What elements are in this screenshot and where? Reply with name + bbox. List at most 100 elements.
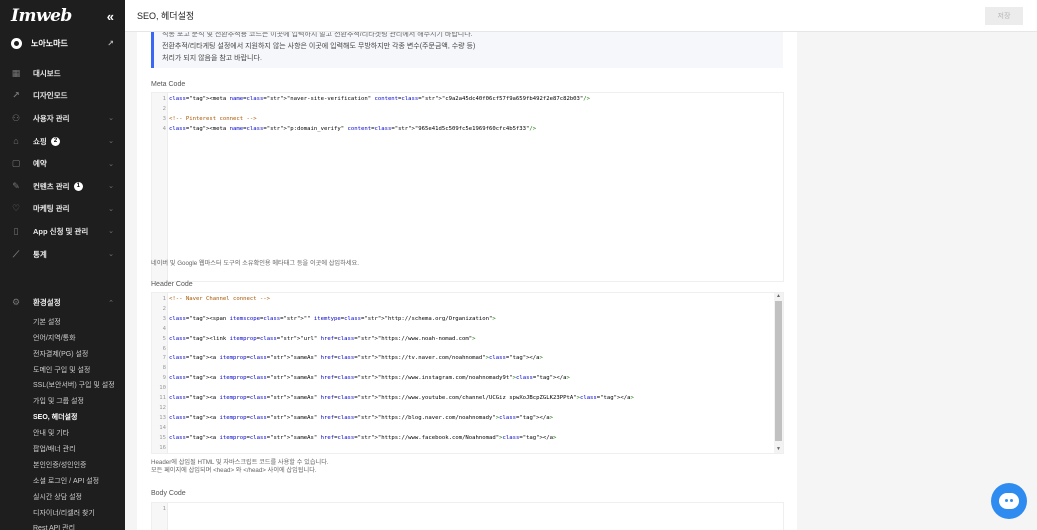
sidebar-item-2[interactable]: ⚇ 사용자 관리 ⌄ [0, 107, 125, 130]
code-line[interactable]: 14 [152, 425, 169, 435]
chat-button[interactable] [991, 483, 1027, 519]
settings-sub-item[interactable]: 전자결제(PG) 설정 [0, 346, 125, 362]
line-number: 11 [159, 395, 166, 401]
scroll-down-icon[interactable]: ▼ [776, 446, 781, 452]
code-line[interactable]: 12 [152, 405, 169, 415]
settings-sub-item[interactable]: 팝업/배너 관리 [0, 441, 125, 457]
count-badge: 2 [50, 136, 61, 146]
body-code-editor[interactable]: 1 [151, 502, 784, 530]
logo-row: Imweb « [0, 0, 125, 32]
sidebar-item-label: 환경설정 [33, 298, 61, 308]
code-text: class="tag"><meta name=class="str">"p:do… [169, 126, 537, 132]
line-number: 2 [162, 106, 166, 112]
sidebar-item-label: 쇼핑 [33, 136, 47, 146]
sidebar-nav: ▦ 대시보드 ↗ 디자인모드 ⚇ 사용자 관리 ⌄ ⌂ 쇼핑 2 ⌄ ▢ 예약 ⌄ ✎ 컨텐츠 관리 1 ⌄ ♡ 마케… [0, 62, 125, 265]
settings-sub-item[interactable]: 실시간 상담 설정 [0, 489, 125, 505]
code-line[interactable]: 1 <!-- Naver Channel connect --> [152, 296, 270, 306]
code-line[interactable]: 13 class="tag"><a itemprop=class="str">"s… [152, 415, 553, 425]
site-selector[interactable]: 노아노마드 ↗ [0, 32, 125, 54]
settings-sub-item[interactable]: SSL(보안서버) 구입 및 설정 [0, 378, 125, 394]
settings-sub-item[interactable]: 언어/지역/통화 [0, 330, 125, 346]
external-link-icon[interactable]: ↗ [107, 39, 114, 48]
collapse-sidebar-icon[interactable]: « [107, 9, 114, 24]
line-number: 5 [162, 335, 166, 342]
line-number: 14 [159, 424, 166, 431]
header-code-label: Header Code [151, 281, 193, 288]
settings-sub-item[interactable]: 소셜 로그인 / API 설정 [0, 473, 125, 489]
nav-icon: ↗ [12, 90, 20, 101]
imweb-logo[interactable]: Imweb [11, 6, 72, 26]
settings-sub-item[interactable]: 안내 및 기타 [0, 425, 125, 441]
settings-sub-item[interactable]: 도메인 구입 및 설정 [0, 362, 125, 378]
settings-sub-item[interactable]: 본인인증/성인인증 [0, 457, 125, 473]
header-hint-2: 모든 페이지에 삽입되며 <head> 와 </head> 사이에 삽입됩니다. [151, 467, 317, 474]
line-number: 16 [159, 444, 166, 451]
sidebar-item-8[interactable]: ⟋ 통계 ⌄ [0, 243, 125, 266]
sidebar-item-label: 디자인모드 [33, 91, 68, 101]
code-line[interactable]: 5 class="tag"><link itemprop=class="str">… [152, 336, 476, 346]
settings-sub-item[interactable]: 가입 및 그룹 설정 [0, 393, 125, 409]
code-line[interactable]: 6 [152, 346, 169, 356]
line-number: 1 [162, 96, 166, 102]
editor-scrollbar[interactable]: ▲ ▼ [774, 293, 783, 453]
topbar: SEO, 헤더설정 저장 [125, 0, 1037, 32]
settings-sub-item[interactable]: 기본 설정 [0, 314, 125, 330]
code-text: <!-- Pinterest connect --> [169, 116, 257, 122]
sidebar-item-4[interactable]: ▢ 예약 ⌄ [0, 152, 125, 175]
nav-icon: ▦ [11, 67, 21, 78]
sidebar-item-0[interactable]: ▦ 대시보드 [0, 62, 125, 85]
line-number: 12 [159, 404, 166, 411]
code-line[interactable]: 7 class="tag"><a itemprop=class="str">"sa… [152, 355, 543, 365]
settings-sub-item[interactable]: SEO, 헤더설정 [0, 409, 125, 425]
line-number: 1 [162, 506, 166, 512]
code-line[interactable]: 1 [152, 506, 169, 516]
line-number: 3 [162, 315, 166, 322]
code-line[interactable]: 2 [152, 106, 169, 116]
gear-icon: ⚙ [11, 297, 21, 308]
sidebar-item-label: 마케팅 관리 [33, 204, 70, 214]
meta-code-editor[interactable]: 1 class="tag"><meta name=class="str">"nav… [151, 92, 784, 282]
page-title: SEO, 헤더설정 [137, 11, 195, 21]
code-line[interactable]: 3 <!-- Pinterest connect --> [152, 116, 257, 126]
code-line[interactable]: 1 class="tag"><meta name=class="str">"nav… [152, 96, 590, 106]
line-number: 3 [162, 116, 166, 122]
code-line[interactable]: 16 [152, 444, 169, 454]
save-button[interactable]: 저장 [985, 7, 1023, 25]
header-code-editor[interactable]: ▲ ▼ 1 <!-- Naver Channel connect --> 2 3 cla… [151, 292, 784, 454]
code-line[interactable]: 2 [152, 306, 169, 316]
meta-hint: 네이버 및 Google 웹마스터 도구의 소유확인용 메타태그 등을 이곳에 … [151, 260, 359, 267]
sidebar-item-label: 예약 [33, 159, 47, 169]
sidebar-item-7[interactable]: ▯ App 신청 및 관리 ⌄ [0, 220, 125, 243]
site-name: 노아노마드 [31, 38, 68, 48]
nav-icon: ▢ [11, 158, 21, 169]
code-line[interactable]: 9 class="tag"><a itemprop=class="str">"sa… [152, 375, 570, 385]
site-logo-icon [11, 37, 22, 49]
sidebar-item-settings[interactable]: ⚙ 환경설정 ⌃ [0, 291, 125, 314]
settings-sub-item[interactable]: 디자이너/리셀러 찾기 [0, 505, 125, 521]
sidebar-item-label: App 신청 및 관리 [33, 226, 89, 236]
code-line[interactable]: 3 class="tag"><span itemscope=class="str"… [152, 316, 496, 326]
chevron-up-icon: ⌃ [108, 299, 114, 307]
chevron-down-icon: ⌄ [108, 251, 114, 259]
code-line[interactable]: 15 class="tag"><a itemprop=class="str">"s… [152, 435, 556, 445]
settings-sub-item[interactable]: Rest API 관리 [0, 521, 125, 530]
code-line[interactable]: 10 [152, 385, 169, 395]
main-content: 직통 포고 분석 및 전환추적용 코드는 이곳에 입력하지 말고 전환추적/리타… [137, 32, 797, 530]
scroll-thumb[interactable] [775, 301, 782, 441]
code-line[interactable]: 4 [152, 326, 169, 336]
code-line[interactable]: 11 class="tag"><a itemprop=class="str">"s… [152, 395, 634, 405]
chevron-down-icon: ⌄ [108, 228, 114, 236]
settings-subnav: 기본 설정 언어/지역/통화 전자결제(PG) 설정 도메인 구입 및 설정 SSL(보… [0, 314, 125, 530]
sidebar-item-6[interactable]: ♡ 마케팅 관리 ⌄ [0, 198, 125, 221]
code-line[interactable]: 8 [152, 365, 169, 375]
code-text: class="tag"><a itemprop=class="str">"sam… [169, 395, 634, 401]
line-number: 6 [162, 345, 166, 352]
notice-box: 직통 포고 분석 및 전환추적용 코드는 이곳에 입력하지 말고 전환추적/리타… [151, 32, 783, 68]
sidebar-item-5[interactable]: ✎ 컨텐츠 관리 1 ⌄ [0, 175, 125, 198]
sidebar-item-1[interactable]: ↗ 디자인모드 [0, 85, 125, 108]
code-text: class="tag"><link itemprop=class="str">"… [169, 335, 476, 342]
chat-bubble-icon [999, 493, 1019, 509]
sidebar-item-3[interactable]: ⌂ 쇼핑 2 ⌄ [0, 130, 125, 153]
scroll-up-icon[interactable]: ▲ [776, 293, 781, 299]
code-line[interactable]: 4 class="tag"><meta name=class="str">"p:d… [152, 126, 537, 136]
